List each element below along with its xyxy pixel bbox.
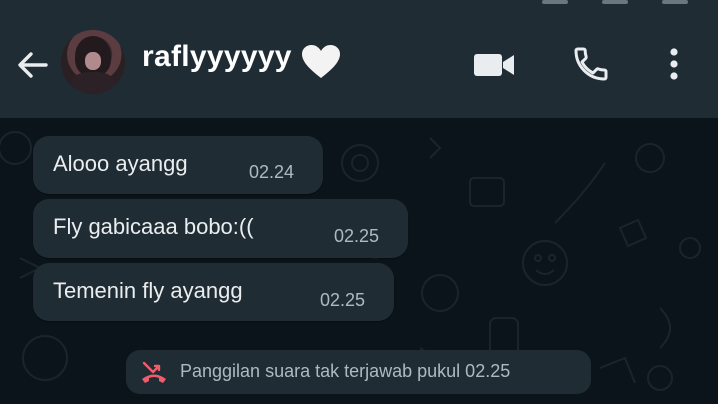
message-bubble[interactable]: Fly gabicaaa bobo:(( 02.25 [33,199,408,258]
message-time: 02.24 [249,162,295,182]
status-bar [542,0,688,6]
message-bubble[interactable]: Temenin fly ayangg 02.25 [33,263,394,321]
video-call-button[interactable] [472,46,518,82]
contact-avatar[interactable] [61,30,125,94]
missed-call-text: Panggilan suara tak terjawab pukul 02.25 [180,361,511,381]
more-vertical-icon [670,48,678,80]
message-time: 02.25 [334,226,380,246]
chat-header: raflyyyyyy [0,0,718,118]
message-text: Fly gabicaaa bobo:(( [53,214,254,239]
message-time: 02.25 [320,290,366,310]
video-camera-icon [474,54,514,76]
contact-name[interactable]: raflyyyyyy [142,40,292,74]
white-heart-icon [302,45,340,78]
phone-icon [574,47,608,81]
message-text: Alooo ayangg [53,151,188,176]
missed-call-icon [142,361,166,383]
message-bubble[interactable]: Alooo ayangg 02.24 [33,136,323,194]
voice-call-button[interactable] [571,44,611,84]
arrow-left-icon [18,52,48,78]
missed-call-notice[interactable]: Panggilan suara tak terjawab pukul 02.25 [126,350,591,394]
more-options-button[interactable] [662,44,686,84]
back-button[interactable] [14,46,52,84]
message-text: Temenin fly ayangg [53,278,243,303]
